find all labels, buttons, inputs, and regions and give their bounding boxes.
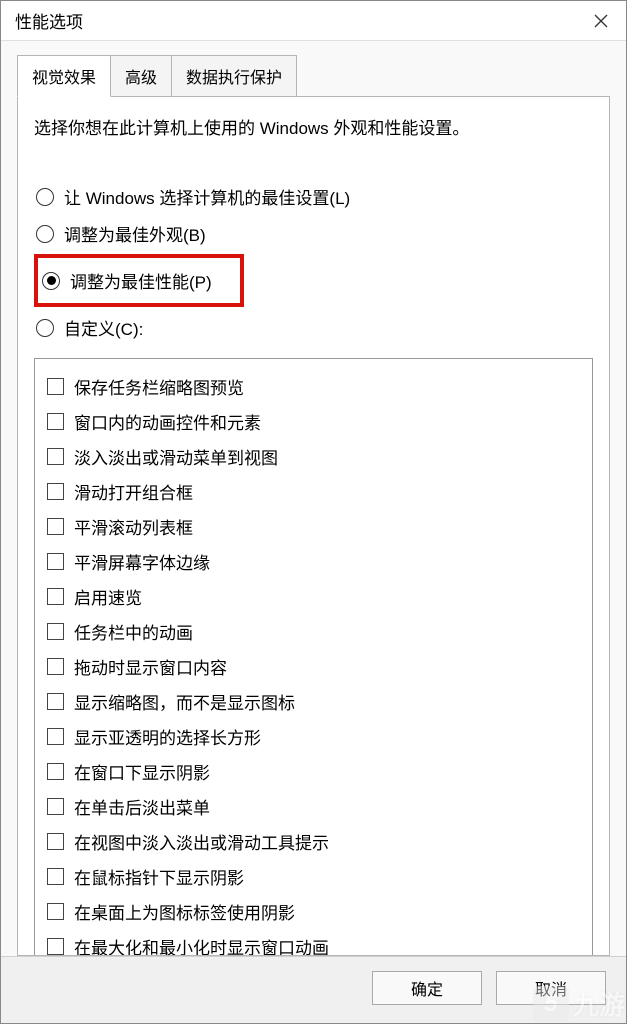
checkbox-item[interactable]: 平滑滚动列表框 [47, 509, 580, 544]
checkbox-label: 显示亚透明的选择长方形 [74, 724, 261, 749]
checkbox-icon [47, 868, 64, 885]
checkbox-item[interactable]: 在桌面上为图标标签使用阴影 [47, 894, 580, 929]
checkbox-label: 淡入淡出或滑动菜单到视图 [74, 444, 278, 469]
checkbox-icon [47, 903, 64, 920]
checkbox-item[interactable]: 在最大化和最小化时显示窗口动画 [47, 929, 580, 956]
checkbox-icon [47, 588, 64, 605]
cancel-button[interactable]: 取消 [496, 971, 606, 1005]
checkbox-icon [47, 413, 64, 430]
checkbox-label: 任务栏中的动画 [74, 619, 193, 644]
checkbox-item[interactable]: 淡入淡出或滑动菜单到视图 [47, 439, 580, 474]
checkbox-label: 显示缩略图，而不是显示图标 [74, 689, 295, 714]
checkbox-list[interactable]: 保存任务栏缩略图预览 窗口内的动画控件和元素 淡入淡出或滑动菜单到视图 滑动打开… [34, 358, 593, 956]
radio-group: 让 Windows 选择计算机的最佳设置(L) 调整为最佳外观(B) 调整为最佳… [34, 178, 593, 346]
checkbox-item[interactable]: 在窗口下显示阴影 [47, 754, 580, 789]
tab-2[interactable]: 数据执行保护 [171, 55, 297, 97]
checkbox-label: 在窗口下显示阴影 [74, 759, 210, 784]
radio-custom[interactable]: 自定义(C): [34, 309, 593, 346]
checkbox-icon [47, 623, 64, 640]
radio-label: 自定义(C): [64, 315, 143, 340]
checkbox-item[interactable]: 保存任务栏缩略图预览 [47, 369, 580, 404]
checkbox-label: 保存任务栏缩略图预览 [74, 374, 244, 399]
tab-panel-visual-effects: 选择你想在此计算机上使用的 Windows 外观和性能设置。 让 Windows… [17, 97, 610, 956]
checkbox-icon [47, 833, 64, 850]
highlight-box: 调整为最佳性能(P) [34, 254, 244, 307]
checkbox-icon [47, 693, 64, 710]
checkbox-icon [47, 658, 64, 675]
checkbox-item[interactable]: 显示缩略图，而不是显示图标 [47, 684, 580, 719]
checkbox-item[interactable]: 滑动打开组合框 [47, 474, 580, 509]
checkbox-icon [47, 378, 64, 395]
radio-label: 让 Windows 选择计算机的最佳设置(L) [64, 184, 350, 209]
radio-icon [42, 272, 60, 290]
radio-best-performance[interactable]: 调整为最佳性能(P) [40, 262, 214, 299]
checkbox-item[interactable]: 拖动时显示窗口内容 [47, 649, 580, 684]
checkbox-icon [47, 938, 64, 955]
checkbox-label: 拖动时显示窗口内容 [74, 654, 227, 679]
tab-strip: 视觉效果 高级 数据执行保护 [1, 41, 626, 97]
tab-1[interactable]: 高级 [110, 55, 172, 97]
checkbox-label: 在视图中淡入淡出或滑动工具提示 [74, 829, 329, 854]
checkbox-icon [47, 448, 64, 465]
checkbox-icon [47, 728, 64, 745]
tab-0[interactable]: 视觉效果 [17, 55, 111, 97]
checkbox-label: 平滑滚动列表框 [74, 514, 193, 539]
checkbox-icon [47, 798, 64, 815]
checkbox-label: 窗口内的动画控件和元素 [74, 409, 261, 434]
description-text: 选择你想在此计算机上使用的 Windows 外观和性能设置。 [34, 115, 593, 142]
performance-options-dialog: 性能选项 视觉效果 高级 数据执行保护 选择你想在此计算机上使用的 Window… [0, 0, 627, 1024]
checkbox-item[interactable]: 在视图中淡入淡出或滑动工具提示 [47, 824, 580, 859]
radio-icon [36, 319, 54, 337]
checkbox-icon [47, 483, 64, 500]
checkbox-label: 滑动打开组合框 [74, 479, 193, 504]
tab-label: 数据执行保护 [186, 70, 282, 87]
checkbox-label: 在桌面上为图标标签使用阴影 [74, 899, 295, 924]
checkbox-label: 启用速览 [74, 584, 142, 609]
tab-label: 高级 [125, 70, 157, 87]
checkbox-item[interactable]: 任务栏中的动画 [47, 614, 580, 649]
radio-windows-choose[interactable]: 让 Windows 选择计算机的最佳设置(L) [34, 178, 593, 215]
checkbox-label: 在鼠标指针下显示阴影 [74, 864, 244, 889]
checkbox-label: 在最大化和最小化时显示窗口动画 [74, 934, 329, 956]
checkbox-label: 平滑屏幕字体边缘 [74, 549, 210, 574]
close-button[interactable] [576, 1, 626, 41]
checkbox-label: 在单击后淡出菜单 [74, 794, 210, 819]
close-icon [594, 14, 608, 28]
checkbox-item[interactable]: 显示亚透明的选择长方形 [47, 719, 580, 754]
radio-best-appearance[interactable]: 调整为最佳外观(B) [34, 215, 593, 252]
checkbox-icon [47, 553, 64, 570]
checkbox-item[interactable]: 窗口内的动画控件和元素 [47, 404, 580, 439]
checkbox-icon [47, 763, 64, 780]
checkbox-item[interactable]: 启用速览 [47, 579, 580, 614]
checkbox-item[interactable]: 平滑屏幕字体边缘 [47, 544, 580, 579]
checkbox-item[interactable]: 在单击后淡出菜单 [47, 789, 580, 824]
window-title: 性能选项 [15, 8, 83, 33]
radio-icon [36, 225, 54, 243]
dialog-button-row: 确定 取消 [1, 956, 626, 1023]
checkbox-item[interactable]: 在鼠标指针下显示阴影 [47, 859, 580, 894]
checkbox-icon [47, 518, 64, 535]
radio-label: 调整为最佳性能(P) [70, 268, 212, 293]
ok-button[interactable]: 确定 [372, 971, 482, 1005]
radio-icon [36, 188, 54, 206]
radio-label: 调整为最佳外观(B) [64, 221, 206, 246]
tab-label: 视觉效果 [32, 70, 96, 87]
title-bar: 性能选项 [1, 1, 626, 41]
